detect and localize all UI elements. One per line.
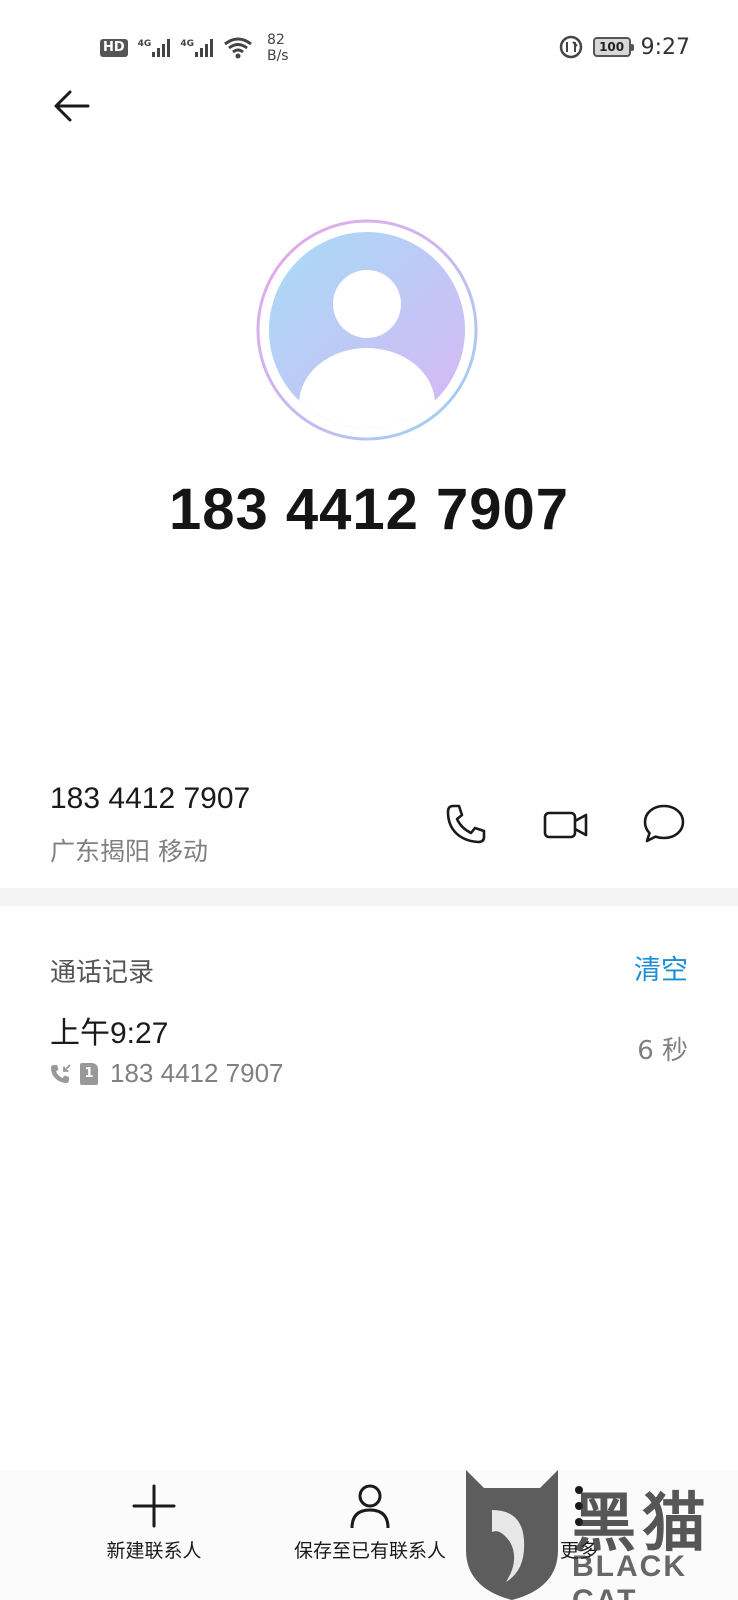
- section-divider: [0, 888, 738, 906]
- data-saver-icon: [559, 35, 582, 59]
- black-cat-logo-icon: [466, 1470, 558, 1600]
- avatar: [255, 218, 479, 442]
- signal-2-tag: 4G: [180, 39, 194, 49]
- status-bar-right: 100 9:27: [559, 30, 690, 64]
- contact-row: 183 4412 7907 广东揭阳 移动: [0, 770, 738, 885]
- person-icon: [350, 1484, 390, 1529]
- call-log-item[interactable]: 上午9:27 1 183 4412 7907 6 秒: [0, 1000, 738, 1110]
- chat-bubble-icon: [643, 804, 685, 843]
- signal-bars-icon: [152, 39, 171, 57]
- call-button[interactable]: [440, 798, 492, 850]
- battery-level: 100: [599, 40, 625, 54]
- net-speed-unit: B/s: [266, 48, 289, 64]
- contact-number[interactable]: 183 4412 7907: [50, 782, 250, 816]
- clear-call-log-button[interactable]: 清空: [634, 948, 688, 987]
- net-speed: 82 B/s: [267, 32, 289, 64]
- status-bar: HD 4G 4G 82 B/s 100 9:27: [0, 0, 738, 92]
- signal-2: 4G: [180, 39, 213, 57]
- save-to-existing-contact-button[interactable]: 保存至已有联系人: [282, 1480, 458, 1563]
- video-call-button[interactable]: [540, 798, 592, 850]
- save-to-existing-label: 保存至已有联系人: [293, 1540, 446, 1562]
- video-camera-icon: [543, 811, 588, 839]
- call-details: 1 183 4412 7907: [50, 1058, 284, 1089]
- new-contact-label: 新建联系人: [106, 1540, 202, 1562]
- signal-bars-icon: [194, 39, 213, 57]
- watermark-en: BLACK CAT: [572, 1550, 687, 1600]
- black-cat-watermark: 黑猫 BLACK CAT: [462, 1470, 732, 1600]
- plus-icon: [132, 1484, 176, 1528]
- back-button[interactable]: [50, 84, 94, 128]
- battery-icon: 100: [592, 37, 634, 57]
- status-bar-left: HD 4G 4G 82 B/s: [100, 28, 289, 68]
- net-speed-value: 82: [266, 32, 285, 48]
- wifi-icon: [224, 37, 252, 59]
- status-time: 9:27: [640, 34, 690, 60]
- signal-1-tag: 4G: [137, 39, 152, 49]
- hd-voice-badge: HD: [100, 39, 128, 57]
- sim-card-icon: 1: [80, 1062, 98, 1085]
- phone-icon: [446, 804, 486, 844]
- call-number: 183 4412 7907: [110, 1058, 284, 1088]
- call-duration: 6 秒: [637, 1036, 688, 1066]
- default-avatar-icon: [256, 219, 478, 441]
- signal-1: 4G: [138, 39, 171, 57]
- call-time: 上午9:27: [50, 1017, 169, 1050]
- message-button[interactable]: [638, 798, 690, 850]
- arrow-left-icon: [54, 90, 90, 122]
- page-title-number: 183 4412 7907: [168, 477, 570, 542]
- new-contact-button[interactable]: 新建联系人: [104, 1480, 204, 1563]
- call-log-title: 通话记录: [50, 958, 155, 988]
- contact-location: 广东揭阳 移动: [50, 837, 208, 866]
- incoming-call-icon: [51, 1063, 71, 1083]
